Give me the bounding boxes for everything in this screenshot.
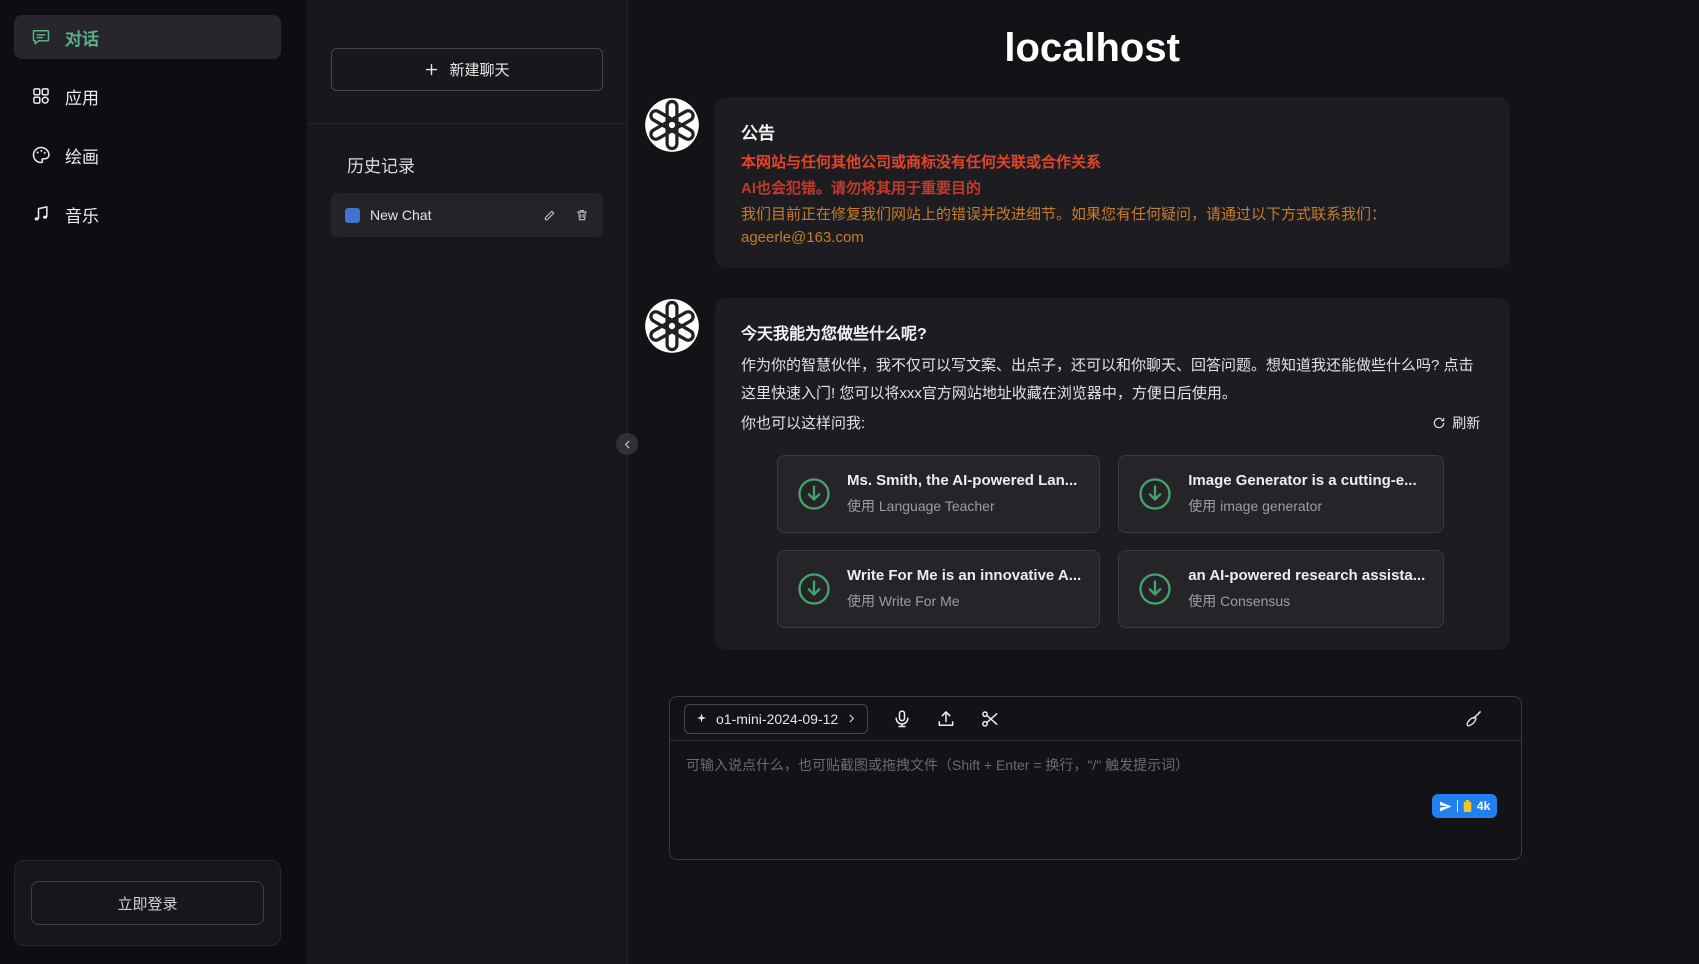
chat-main: localhost <box>627 0 1699 964</box>
paper-plane-icon <box>1439 800 1452 813</box>
chat-list-panel: 新建聊天 历史记录 New Chat <box>307 0 627 964</box>
intro-heading: 今天我能为您做些什么呢? <box>741 320 1484 344</box>
assistant-avatar <box>644 298 700 354</box>
sparkle-icon <box>695 712 708 725</box>
intro-bubble: 今天我能为您做些什么呢? 作为你的智慧伙伴，我不仅可以写文案、出点子，还可以和你… <box>715 298 1510 650</box>
sidebar-item-label: 应用 <box>65 84 99 109</box>
suggestion-title: Write For Me is an innovative A... <box>847 567 1081 584</box>
sidebar-item-label: 音乐 <box>65 202 99 227</box>
sidebar-item-music[interactable]: 音乐 <box>14 192 281 236</box>
composer: o1-mini-2024-09-12 <box>669 696 1522 860</box>
announcement-heading: 公告 <box>741 119 1484 144</box>
history-title: 历史记录 <box>347 152 603 177</box>
microphone-icon <box>892 709 912 729</box>
suggestion-subtitle: 使用 Write For Me <box>847 591 1081 611</box>
page-title: localhost <box>644 26 1540 71</box>
contact-email-link[interactable]: ageerle@163.com <box>741 229 864 246</box>
ask-hint: 你也可以这样问我: <box>741 410 865 438</box>
broom-icon <box>1463 709 1483 729</box>
suggestion-subtitle: 使用 Consensus <box>1188 591 1425 611</box>
clear-context-button[interactable] <box>1463 709 1483 729</box>
arrow-down-circle-icon <box>796 571 832 607</box>
chevron-right-icon <box>846 713 857 724</box>
suggestion-subtitle: 使用 Language Teacher <box>847 496 1077 516</box>
login-box: 立即登录 <box>14 860 281 946</box>
scissors-button[interactable] <box>980 709 1000 729</box>
main-sidebar: 对话 应用 绘画 音乐 立即登录 <box>0 0 295 964</box>
suggestion-card[interactable]: Ms. Smith, the AI-powered Lan... 使用 Lang… <box>777 455 1100 533</box>
arrow-down-circle-icon <box>1137 476 1173 512</box>
suggestion-card[interactable]: an AI-powered research assista... 使用 Con… <box>1118 550 1444 628</box>
suggestion-card[interactable]: Write For Me is an innovative A... 使用 Wr… <box>777 550 1100 628</box>
card-texts: Image Generator is a cutting-e... 使用 ima… <box>1188 472 1416 516</box>
sidebar-item-label: 绘画 <box>65 143 99 168</box>
panel-divider <box>307 123 627 124</box>
sidebar-item-apps[interactable]: 应用 <box>14 74 281 118</box>
chat-bubble-icon <box>31 27 51 47</box>
openai-logo-icon <box>644 97 700 153</box>
suggestion-title: Ms. Smith, the AI-powered Lan... <box>847 472 1077 489</box>
model-selector[interactable]: o1-mini-2024-09-12 <box>684 704 868 734</box>
openai-logo-icon <box>644 298 700 354</box>
card-texts: Ms. Smith, the AI-powered Lan... 使用 Lang… <box>847 472 1077 516</box>
upload-icon <box>936 709 956 729</box>
token-count: 4k <box>1477 799 1490 813</box>
battery-icon <box>1463 799 1472 813</box>
chat-item-title: New Chat <box>370 207 525 223</box>
send-button[interactable]: 4k <box>1432 794 1497 818</box>
message-intro: 今天我能为您做些什么呢? 作为你的智慧伙伴，我不仅可以写文案、出点子，还可以和你… <box>644 298 1540 650</box>
badge-divider <box>1457 800 1458 812</box>
music-note-icon <box>31 204 51 224</box>
arrow-down-circle-icon <box>1137 571 1173 607</box>
refresh-label: 刷新 <box>1452 413 1480 433</box>
intro-body: 作为你的智慧伙伴，我不仅可以写文案、出点子，还可以和你聊天、回答问题。想知道我还… <box>741 352 1484 408</box>
announcement-bubble: 公告 本网站与任何其他公司或商标没有任何关联或合作关系 AI也会犯错。请勿将其用… <box>715 97 1510 268</box>
suggestion-card[interactable]: Image Generator is a cutting-e... 使用 ima… <box>1118 455 1444 533</box>
refresh-icon <box>1432 416 1446 430</box>
announcement-line: 本网站与任何其他公司或商标没有任何关联或合作关系 <box>741 151 1484 172</box>
new-chat-label: 新建聊天 <box>449 59 509 80</box>
chevron-left-icon <box>622 439 633 450</box>
message-input[interactable] <box>670 741 1521 853</box>
composer-toolbar: o1-mini-2024-09-12 <box>670 697 1521 741</box>
assistant-avatar <box>644 97 700 153</box>
arrow-down-circle-icon <box>796 476 832 512</box>
announcement-line: 我们目前正在修复我们网站上的错误并改进细节。如果您有任何疑问，请通过以下方式联系… <box>741 203 1484 224</box>
suggestion-title: an AI-powered research assista... <box>1188 567 1425 584</box>
card-texts: Write For Me is an innovative A... 使用 Wr… <box>847 567 1081 611</box>
login-button[interactable]: 立即登录 <box>31 881 264 925</box>
sidebar-item-chat[interactable]: 对话 <box>14 15 281 59</box>
hint-row: 你也可以这样问我: 刷新 <box>741 410 1484 438</box>
scissors-icon <box>980 709 1000 729</box>
suggestion-subtitle: 使用 image generator <box>1188 496 1416 516</box>
app-root: 对话 应用 绘画 音乐 立即登录 <box>0 0 1699 964</box>
delete-icon[interactable] <box>575 208 589 222</box>
model-label: o1-mini-2024-09-12 <box>716 711 838 727</box>
announcement-line: AI也会犯错。请勿将其用于重要目的 <box>741 177 1484 198</box>
plus-icon <box>424 62 439 77</box>
sidebar-item-drawing[interactable]: 绘画 <box>14 133 281 177</box>
palette-icon <box>31 145 51 165</box>
chat-item-icon <box>345 208 360 223</box>
new-chat-button[interactable]: 新建聊天 <box>331 48 603 91</box>
card-texts: an AI-powered research assista... 使用 Con… <box>1188 567 1425 611</box>
edit-icon[interactable] <box>543 208 557 222</box>
suggestion-title: Image Generator is a cutting-e... <box>1188 472 1416 489</box>
sidebar-item-label: 对话 <box>65 25 99 50</box>
microphone-button[interactable] <box>892 709 912 729</box>
message-announcement: 公告 本网站与任何其他公司或商标没有任何关联或合作关系 AI也会犯错。请勿将其用… <box>644 97 1540 268</box>
collapse-panel-button[interactable] <box>616 433 638 455</box>
refresh-button[interactable]: 刷新 <box>1432 413 1480 433</box>
upload-button[interactable] <box>936 709 956 729</box>
suggestion-cards: Ms. Smith, the AI-powered Lan... 使用 Lang… <box>777 455 1444 628</box>
chat-list-item[interactable]: New Chat <box>331 193 603 237</box>
apps-grid-icon <box>31 86 51 106</box>
